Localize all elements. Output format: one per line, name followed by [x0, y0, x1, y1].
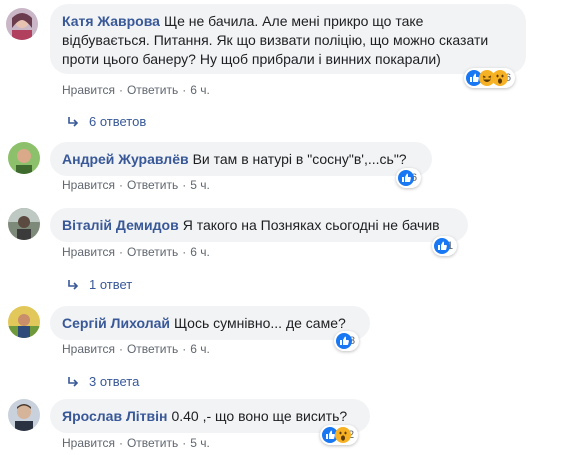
- comment-bubble: Віталій Демидов Я такого на Позняках сьог…: [50, 208, 468, 242]
- replies-count: 3 ответа: [89, 374, 140, 389]
- comment-text-line: проти цього банеру? Ну щоб прибрали і ви…: [62, 51, 441, 67]
- comment-author[interactable]: Катя Жаврова: [62, 13, 160, 29]
- like-link[interactable]: Нравится: [62, 436, 115, 450]
- reaction-summary[interactable]: 6: [396, 168, 422, 188]
- view-replies-link[interactable]: 6 ответов: [67, 114, 146, 129]
- reply-arrow-icon: [68, 279, 79, 290]
- like-icon: [398, 170, 414, 186]
- comment-text-line: відбувається. Питання. Як що визвати пол…: [62, 32, 489, 48]
- reaction-summary[interactable]: 2: [320, 425, 359, 445]
- like-link[interactable]: Нравится: [62, 342, 115, 356]
- avatar[interactable]: [8, 306, 40, 338]
- comment-text-line: Ще не бачила. Але мені прикро що таке: [163, 13, 424, 29]
- reply-arrow-icon: [68, 376, 79, 387]
- comment-author[interactable]: Андрей Журавлёв: [62, 151, 189, 167]
- comment-text: Я такого на Позняках сьогодні не бачив: [182, 217, 440, 233]
- comment-author[interactable]: Сергій Лихолай: [62, 315, 170, 331]
- reply-link[interactable]: Ответить: [127, 83, 178, 97]
- comment-actions: Нравится · Ответить · 5 ч.: [62, 436, 210, 450]
- comment-author[interactable]: Віталій Демидов: [62, 217, 179, 233]
- comment-text: Ви там в натурі в "сосну"в',...сь"?: [192, 151, 407, 167]
- view-replies-link[interactable]: 1 ответ: [67, 277, 132, 292]
- reaction-summary[interactable]: 6: [464, 68, 516, 88]
- comment-text: Щось сумнівно... де саме?: [174, 315, 346, 331]
- avatar[interactable]: [6, 8, 38, 40]
- like-link[interactable]: Нравится: [62, 178, 115, 192]
- avatar[interactable]: [8, 208, 40, 240]
- comment-bubble: Андрей Журавлёв Ви там в натурі в "сосну"…: [50, 142, 432, 176]
- replies-count: 6 ответов: [89, 114, 147, 129]
- comment-actions: Нравится · Ответить · 6 ч.: [62, 83, 210, 97]
- comment-text: 0.40 ,- що воно ще висить?: [171, 408, 348, 424]
- reaction-summary[interactable]: 3: [334, 331, 360, 351]
- reaction-summary[interactable]: 1: [432, 236, 458, 256]
- like-icon: [336, 333, 352, 349]
- timestamp[interactable]: 5 ч.: [190, 436, 210, 450]
- timestamp[interactable]: 6 ч.: [190, 245, 210, 259]
- reply-link[interactable]: Ответить: [127, 178, 178, 192]
- timestamp[interactable]: 5 ч.: [190, 178, 210, 192]
- view-replies-link[interactable]: 3 ответа: [67, 374, 139, 389]
- wow-icon: [335, 427, 351, 443]
- wow-icon: [492, 70, 508, 86]
- like-icon: [434, 238, 450, 254]
- reply-link[interactable]: Ответить: [127, 245, 178, 259]
- reply-arrow-icon: [68, 116, 79, 127]
- reply-link[interactable]: Ответить: [127, 436, 178, 450]
- timestamp[interactable]: 6 ч.: [190, 83, 210, 97]
- reply-link[interactable]: Ответить: [127, 342, 178, 356]
- timestamp[interactable]: 6 ч.: [190, 342, 210, 356]
- like-link[interactable]: Нравится: [62, 245, 115, 259]
- replies-count: 1 ответ: [89, 277, 133, 292]
- avatar[interactable]: [8, 142, 40, 174]
- comment-bubble: Катя Жаврова Ще не бачила. Але мені прикр…: [50, 4, 526, 74]
- comment-actions: Нравится · Ответить · 6 ч.: [62, 342, 210, 356]
- comment-actions: Нравится · Ответить · 6 ч.: [62, 245, 210, 259]
- comment-actions: Нравится · Ответить · 5 ч.: [62, 178, 210, 192]
- comment-author[interactable]: Ярослав Літвін: [62, 408, 167, 424]
- avatar[interactable]: [8, 399, 40, 431]
- like-link[interactable]: Нравится: [62, 83, 115, 97]
- comment-bubble: Сергій Лихолай Щось сумнівно... де саме?: [50, 306, 370, 340]
